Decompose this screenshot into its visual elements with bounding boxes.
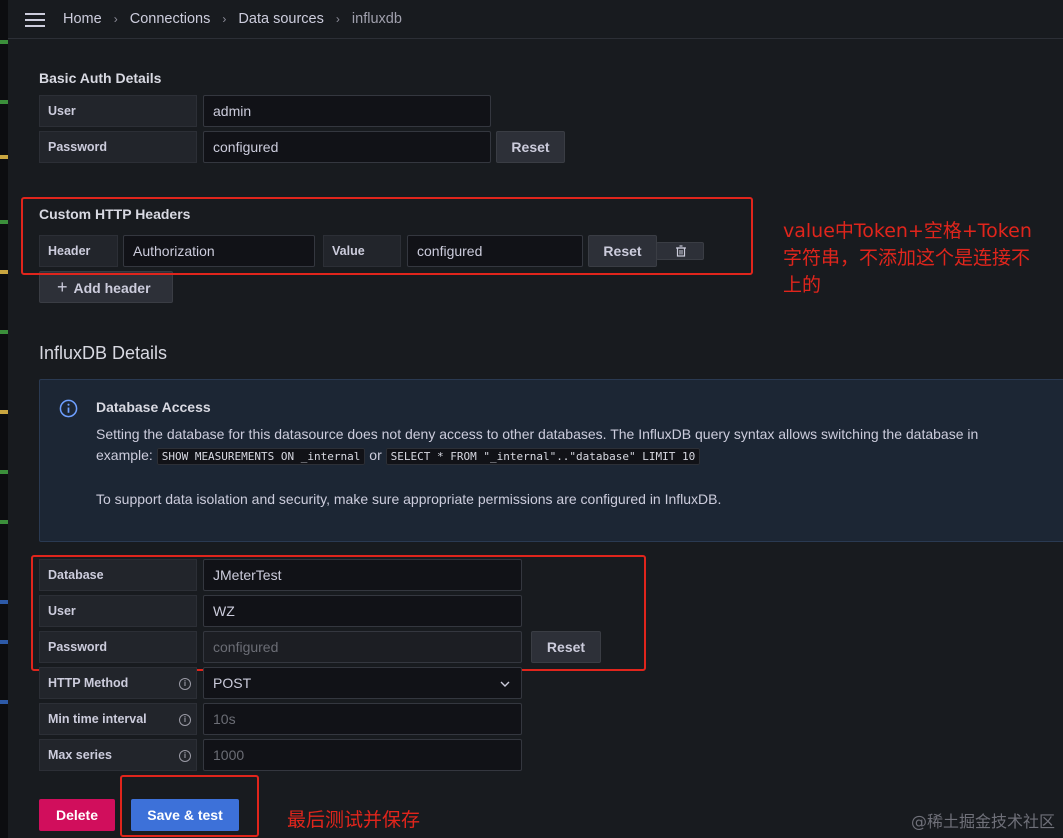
alert-example-prefix: example: bbox=[96, 447, 153, 463]
breadcrumb-separator-icon: › bbox=[335, 12, 340, 26]
breadcrumb-data-sources[interactable]: Data sources bbox=[238, 11, 323, 27]
chevron-down-icon bbox=[500, 681, 510, 687]
background-terminal-strip bbox=[0, 0, 8, 838]
add-header-label: Add header bbox=[73, 280, 151, 296]
basic-auth-user-input[interactable]: admin bbox=[203, 95, 491, 127]
http-method-select[interactable]: POST bbox=[203, 667, 522, 699]
basic-auth-title: Basic Auth Details bbox=[39, 70, 162, 86]
min-interval-input[interactable]: 10s bbox=[203, 703, 522, 735]
watermark: @稀土掘金技术社区 bbox=[910, 812, 1055, 831]
info-icon bbox=[59, 399, 78, 418]
info-icon[interactable]: i bbox=[179, 678, 191, 690]
info-icon[interactable]: i bbox=[179, 714, 191, 726]
plus-icon: + bbox=[57, 277, 68, 297]
code-example-select: SELECT * FROM "_internal".."database" LI… bbox=[385, 448, 701, 465]
min-interval-label-text: Min time interval bbox=[48, 712, 147, 726]
min-interval-label: Min time interval i bbox=[39, 703, 197, 735]
breadcrumb-current: influxdb bbox=[351, 11, 402, 27]
annotation-line: 上的 bbox=[783, 274, 822, 296]
delete-button[interactable]: Delete bbox=[39, 799, 115, 831]
code-example-show-measurements: SHOW MEASUREMENTS ON _internal bbox=[156, 448, 366, 465]
max-series-input[interactable]: 1000 bbox=[203, 739, 522, 771]
breadcrumb-separator-icon: › bbox=[113, 12, 118, 26]
add-header-button[interactable]: + Add header bbox=[39, 271, 173, 303]
alert-text-security: To support data isolation and security, … bbox=[96, 491, 722, 507]
breadcrumb-separator-icon: › bbox=[222, 12, 227, 26]
breadcrumb-home[interactable]: Home bbox=[63, 11, 102, 27]
annotation-highlight-headers bbox=[21, 197, 753, 275]
max-series-label: Max series i bbox=[39, 739, 197, 771]
influxdb-details-title: InfluxDB Details bbox=[39, 343, 168, 363]
annotation-highlight-database bbox=[31, 555, 646, 671]
alert-title: Database Access bbox=[96, 399, 211, 415]
basic-auth-reset-button[interactable]: Reset bbox=[496, 131, 565, 163]
info-icon[interactable]: i bbox=[179, 750, 191, 762]
annotation-note-headers: value中Token+空格+Token 字符串，不添加这个是连接不 上的 bbox=[783, 218, 1032, 299]
annotation-line: value中Token+空格+Token bbox=[783, 220, 1032, 242]
basic-auth-password-input[interactable]: configured bbox=[203, 131, 491, 163]
alert-text: Setting the database for this datasource… bbox=[96, 426, 979, 442]
basic-auth-password-label: Password bbox=[39, 131, 197, 163]
menu-icon[interactable] bbox=[25, 13, 45, 27]
alert-examples: example: SHOW MEASUREMENTS ON _internal … bbox=[96, 447, 701, 465]
top-navigation-bar: Home › Connections › Data sources › infl… bbox=[8, 0, 1063, 39]
annotation-line: 字符串，不添加这个是连接不 bbox=[783, 247, 1031, 269]
http-method-label-text: HTTP Method bbox=[48, 676, 129, 690]
basic-auth-user-label: User bbox=[39, 95, 197, 127]
http-method-value: POST bbox=[213, 675, 252, 691]
breadcrumb: Home › Connections › Data sources › infl… bbox=[63, 11, 402, 27]
max-series-label-text: Max series bbox=[48, 748, 112, 762]
alert-or: or bbox=[369, 447, 382, 463]
database-access-alert: Database Access Setting the database for… bbox=[39, 379, 1063, 542]
annotation-note-save: 最后测试并保存 bbox=[287, 809, 421, 831]
annotation-highlight-save bbox=[120, 775, 259, 837]
http-method-label: HTTP Method i bbox=[39, 667, 197, 699]
breadcrumb-connections[interactable]: Connections bbox=[130, 11, 211, 27]
